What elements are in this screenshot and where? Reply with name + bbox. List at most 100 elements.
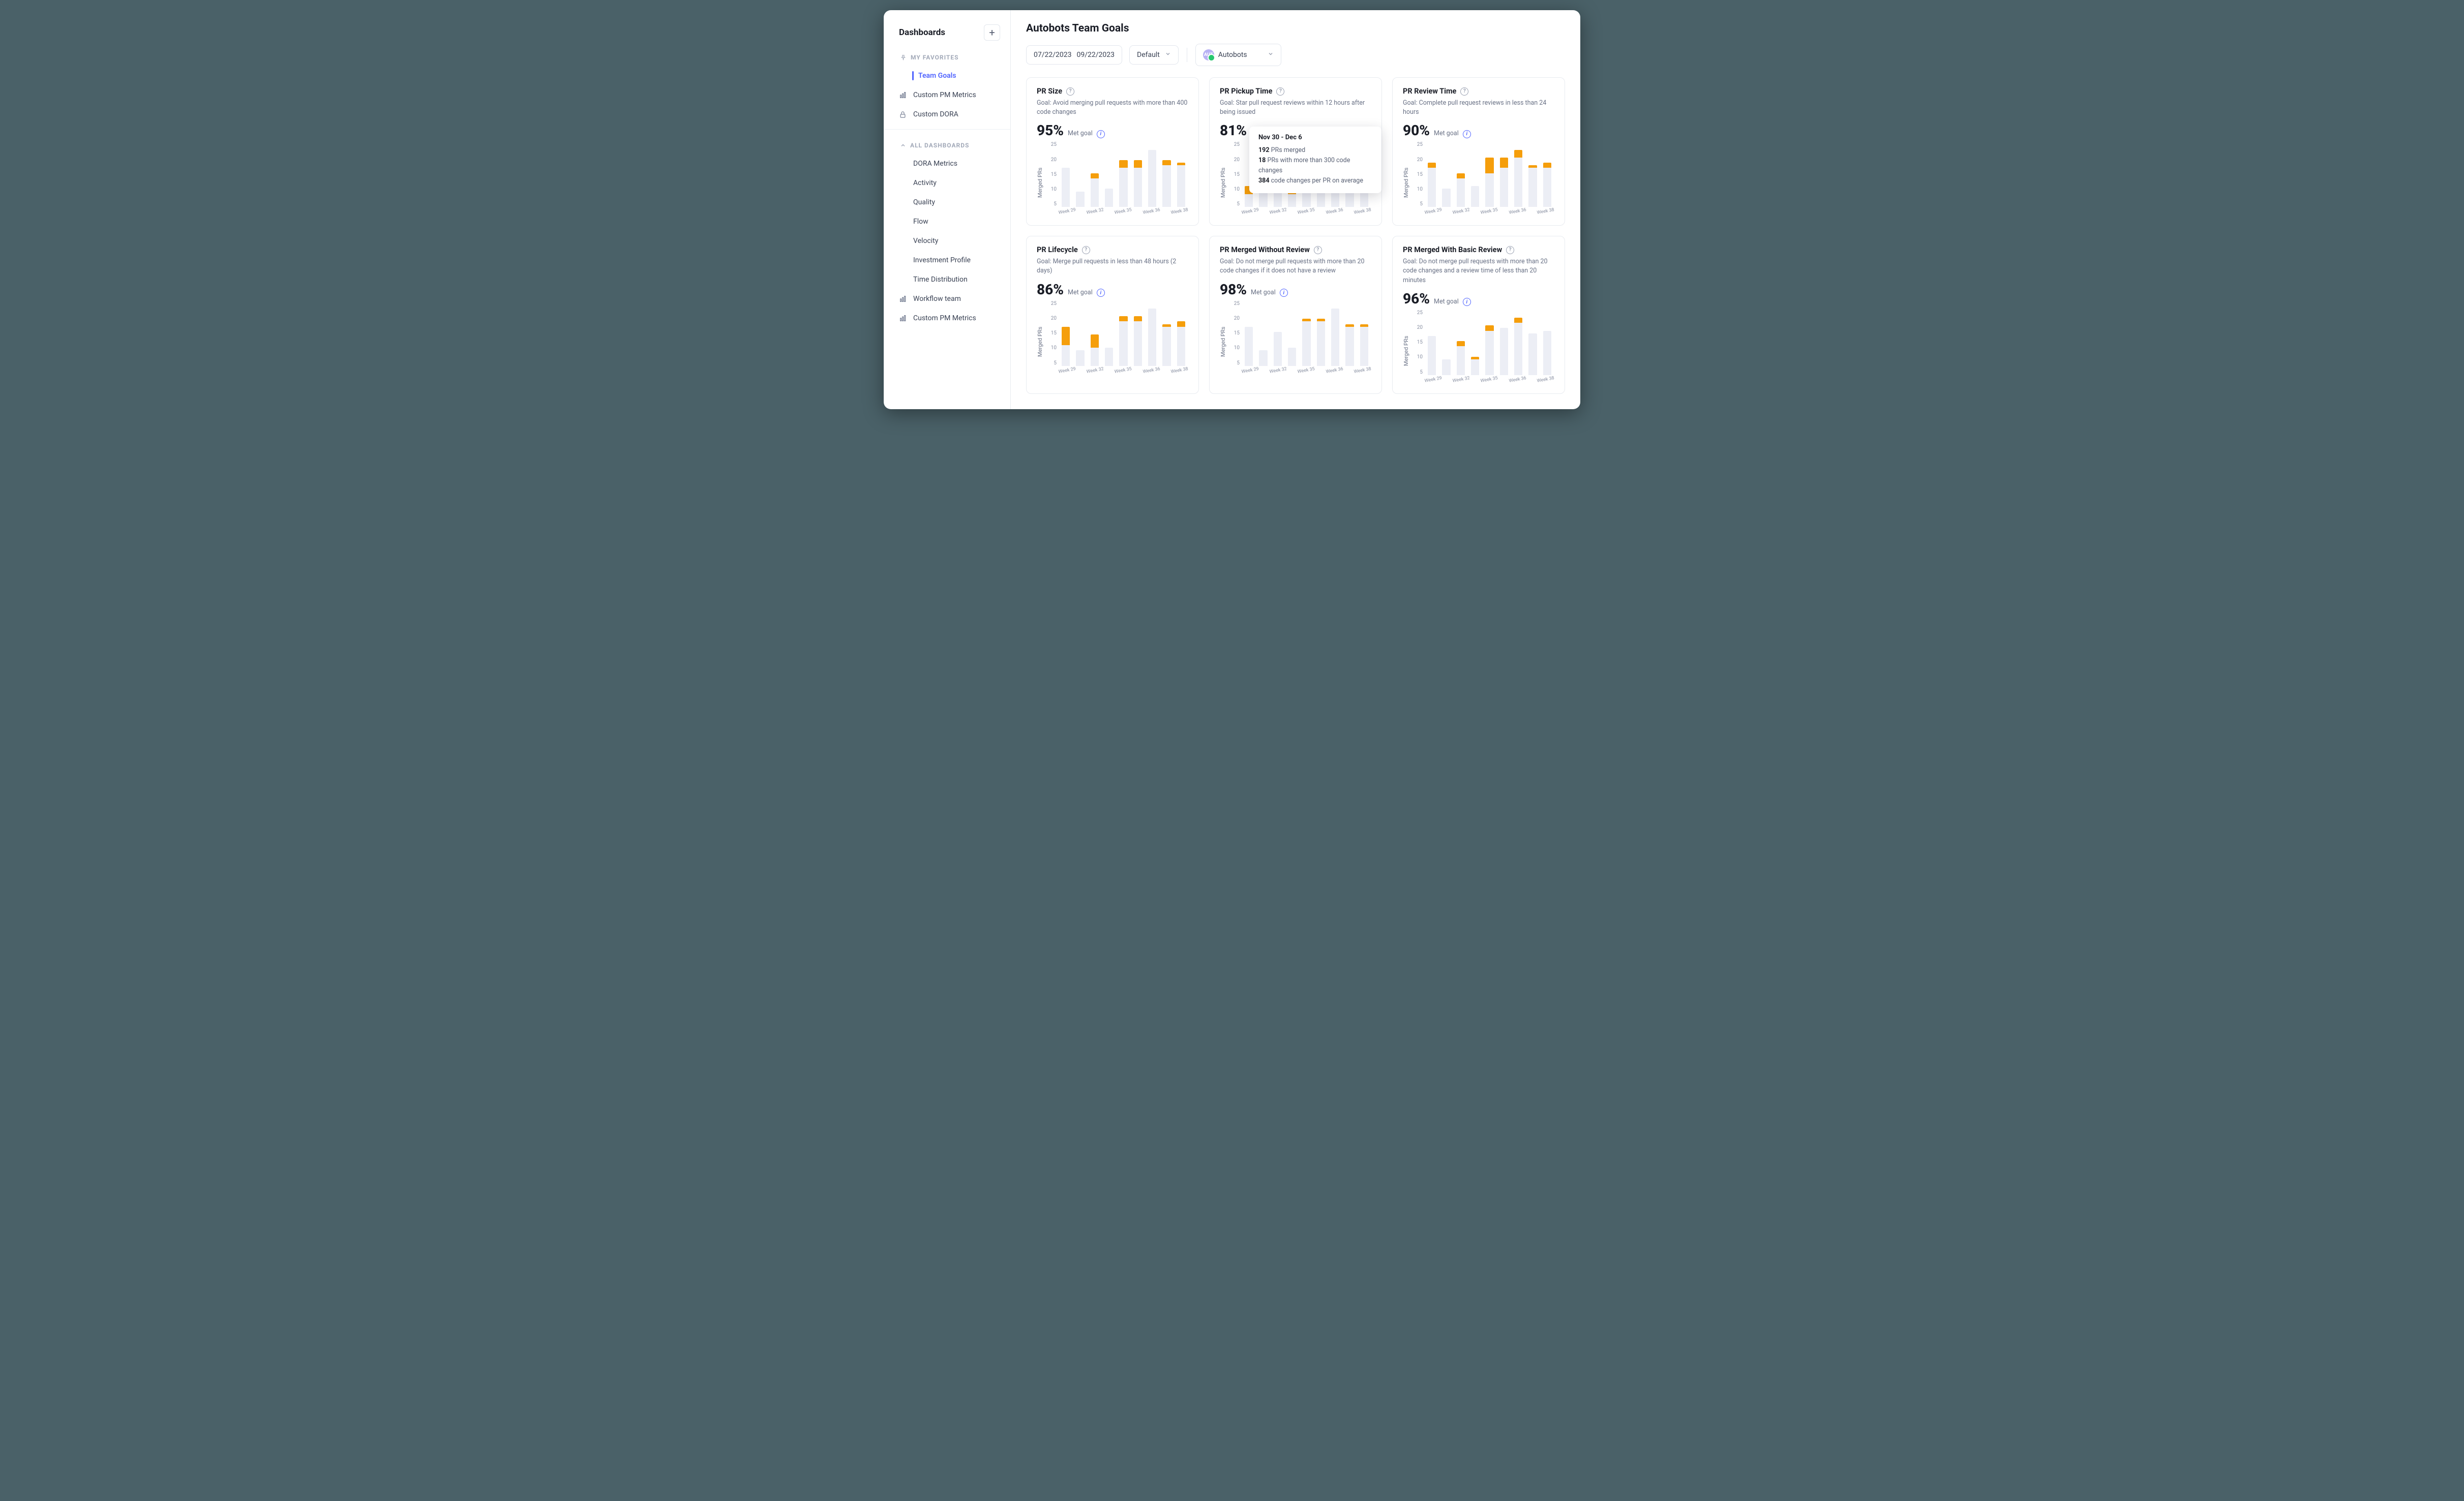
sidebar-item-quality[interactable]: Quality xyxy=(884,193,1010,212)
bar-slot[interactable] xyxy=(1132,142,1144,207)
bar-slot[interactable] xyxy=(1286,301,1298,366)
bar-slot[interactable] xyxy=(1117,301,1129,366)
y-axis-label: Merged PRs xyxy=(1403,142,1409,218)
sidebar-item-team-goals[interactable]: Team Goals xyxy=(884,66,1010,85)
bar-slot[interactable] xyxy=(1469,142,1481,207)
bar-slot[interactable] xyxy=(1146,142,1158,207)
bar-slot[interactable] xyxy=(1132,301,1144,366)
bar-slot[interactable] xyxy=(1103,142,1115,207)
sidebar-item-velocity[interactable]: Velocity xyxy=(884,231,1010,251)
sidebar-item-flow[interactable]: Flow xyxy=(884,212,1010,231)
bar-slot[interactable] xyxy=(1146,301,1158,366)
bar-slot[interactable] xyxy=(1315,301,1327,366)
bar-over-segment xyxy=(1457,173,1465,178)
info-icon[interactable]: i xyxy=(1097,130,1105,138)
bar-slot[interactable] xyxy=(1526,142,1539,207)
help-icon[interactable]: ? xyxy=(1460,87,1468,96)
sidebar-item-investment-profile[interactable]: Investment Profile xyxy=(884,251,1010,270)
sidebar-item-activity[interactable]: Activity xyxy=(884,173,1010,193)
bar xyxy=(1485,325,1494,375)
x-tick-label: Week 38 xyxy=(1537,207,1556,222)
date-range-picker[interactable]: 07/22/2023 09/22/2023 xyxy=(1026,45,1122,65)
bar-slot[interactable] xyxy=(1440,142,1452,207)
bar-slot[interactable] xyxy=(1440,310,1452,375)
sidebar-item-custom-dora[interactable]: Custom DORA xyxy=(884,105,1010,124)
bar-slot[interactable] xyxy=(1469,310,1481,375)
info-icon[interactable]: i xyxy=(1463,130,1471,138)
bar-slot[interactable] xyxy=(1300,301,1312,366)
bar-slot[interactable] xyxy=(1329,301,1341,366)
metric-card-pr-pickup-time: PR Pickup Time?Goal: Star pull request r… xyxy=(1209,77,1382,226)
bar-slot[interactable] xyxy=(1089,301,1101,366)
bar-slot[interactable] xyxy=(1060,142,1072,207)
bar-slot[interactable] xyxy=(1455,310,1467,375)
x-tick-label xyxy=(1162,367,1170,379)
x-tick-label: Week 35 xyxy=(1114,207,1133,222)
y-axis-ticks: 252015105 xyxy=(1045,142,1057,218)
help-icon[interactable]: ? xyxy=(1506,246,1514,254)
help-icon[interactable]: ? xyxy=(1276,87,1284,96)
metric-value: 81% xyxy=(1220,122,1247,139)
bar xyxy=(1442,189,1451,207)
bar-slot[interactable] xyxy=(1060,301,1072,366)
bar-slot[interactable] xyxy=(1117,142,1129,207)
sidebar-item-label: Quality xyxy=(913,198,935,206)
help-icon[interactable]: ? xyxy=(1314,246,1322,254)
help-icon[interactable]: ? xyxy=(1082,246,1090,254)
bar-slot[interactable] xyxy=(1272,301,1284,366)
bar-slot[interactable] xyxy=(1358,301,1370,366)
info-icon[interactable]: i xyxy=(1463,298,1471,306)
bar-over-segment xyxy=(1134,160,1143,168)
info-icon[interactable]: i xyxy=(1280,289,1288,297)
bar-slot[interactable] xyxy=(1426,310,1438,375)
preset-select[interactable]: Default xyxy=(1129,45,1179,65)
bar-slot[interactable] xyxy=(1541,310,1553,375)
sidebar-item-time-distribution[interactable]: Time Distribution xyxy=(884,270,1010,289)
filter-controls: 07/22/2023 09/22/2023 Default AUT Autobo… xyxy=(1026,44,1565,66)
bar-slot[interactable] xyxy=(1175,142,1187,207)
sidebar-item-custom-pm-metrics[interactable]: Custom PM Metrics xyxy=(884,309,1010,328)
bar-slot[interactable] xyxy=(1526,310,1539,375)
x-tick-label xyxy=(1471,377,1480,389)
sidebar-item-dora-metrics[interactable]: DORA Metrics xyxy=(884,154,1010,173)
bar-slot[interactable] xyxy=(1483,310,1495,375)
y-tick-label: 20 xyxy=(1411,325,1423,330)
help-icon[interactable]: ? xyxy=(1066,87,1074,96)
info-icon[interactable]: i xyxy=(1097,289,1105,297)
bar-slot[interactable] xyxy=(1160,142,1173,207)
metric-value: 86% xyxy=(1037,281,1064,298)
bar-slot[interactable] xyxy=(1160,301,1173,366)
sidebar-item-custom-pm-metrics[interactable]: Custom PM Metrics xyxy=(884,85,1010,105)
bar-slot[interactable] xyxy=(1541,142,1553,207)
bar-slot[interactable] xyxy=(1243,301,1255,366)
bar-over-segment xyxy=(1119,160,1128,168)
bar-slot[interactable] xyxy=(1512,310,1524,375)
bar-slot[interactable] xyxy=(1483,142,1495,207)
bar-slot[interactable] xyxy=(1175,301,1187,366)
bar-slot[interactable] xyxy=(1257,301,1269,366)
bar-slot[interactable] xyxy=(1498,310,1510,375)
y-tick-label: 20 xyxy=(1045,316,1057,321)
bar-slot[interactable] xyxy=(1103,301,1115,366)
main-content: Autobots Team Goals 07/22/2023 09/22/202… xyxy=(1011,10,1580,409)
bar-slot[interactable] xyxy=(1074,142,1086,207)
bar-slot[interactable] xyxy=(1426,142,1438,207)
bar-slot[interactable] xyxy=(1089,142,1101,207)
bar-slot[interactable] xyxy=(1455,142,1467,207)
bar xyxy=(1076,192,1085,207)
y-tick-label: 10 xyxy=(1228,187,1240,192)
chevron-down-icon xyxy=(1165,51,1171,59)
bar-over-segment xyxy=(1360,324,1369,327)
team-select[interactable]: AUT Autobots xyxy=(1195,44,1281,66)
bar xyxy=(1105,189,1114,207)
y-tick-label: 10 xyxy=(1045,345,1057,351)
bar-slot[interactable] xyxy=(1512,142,1524,207)
bar-slot[interactable] xyxy=(1074,301,1086,366)
y-tick-label: 10 xyxy=(1411,354,1423,360)
bar-slot[interactable] xyxy=(1498,142,1510,207)
sidebar-item-workflow-team[interactable]: Workflow team xyxy=(884,289,1010,309)
add-dashboard-button[interactable]: + xyxy=(984,24,1000,41)
bar-slot[interactable] xyxy=(1343,301,1356,366)
bar xyxy=(1471,186,1480,207)
all-dashboards-section-label[interactable]: ALL DASHBOARDS xyxy=(884,137,1010,154)
